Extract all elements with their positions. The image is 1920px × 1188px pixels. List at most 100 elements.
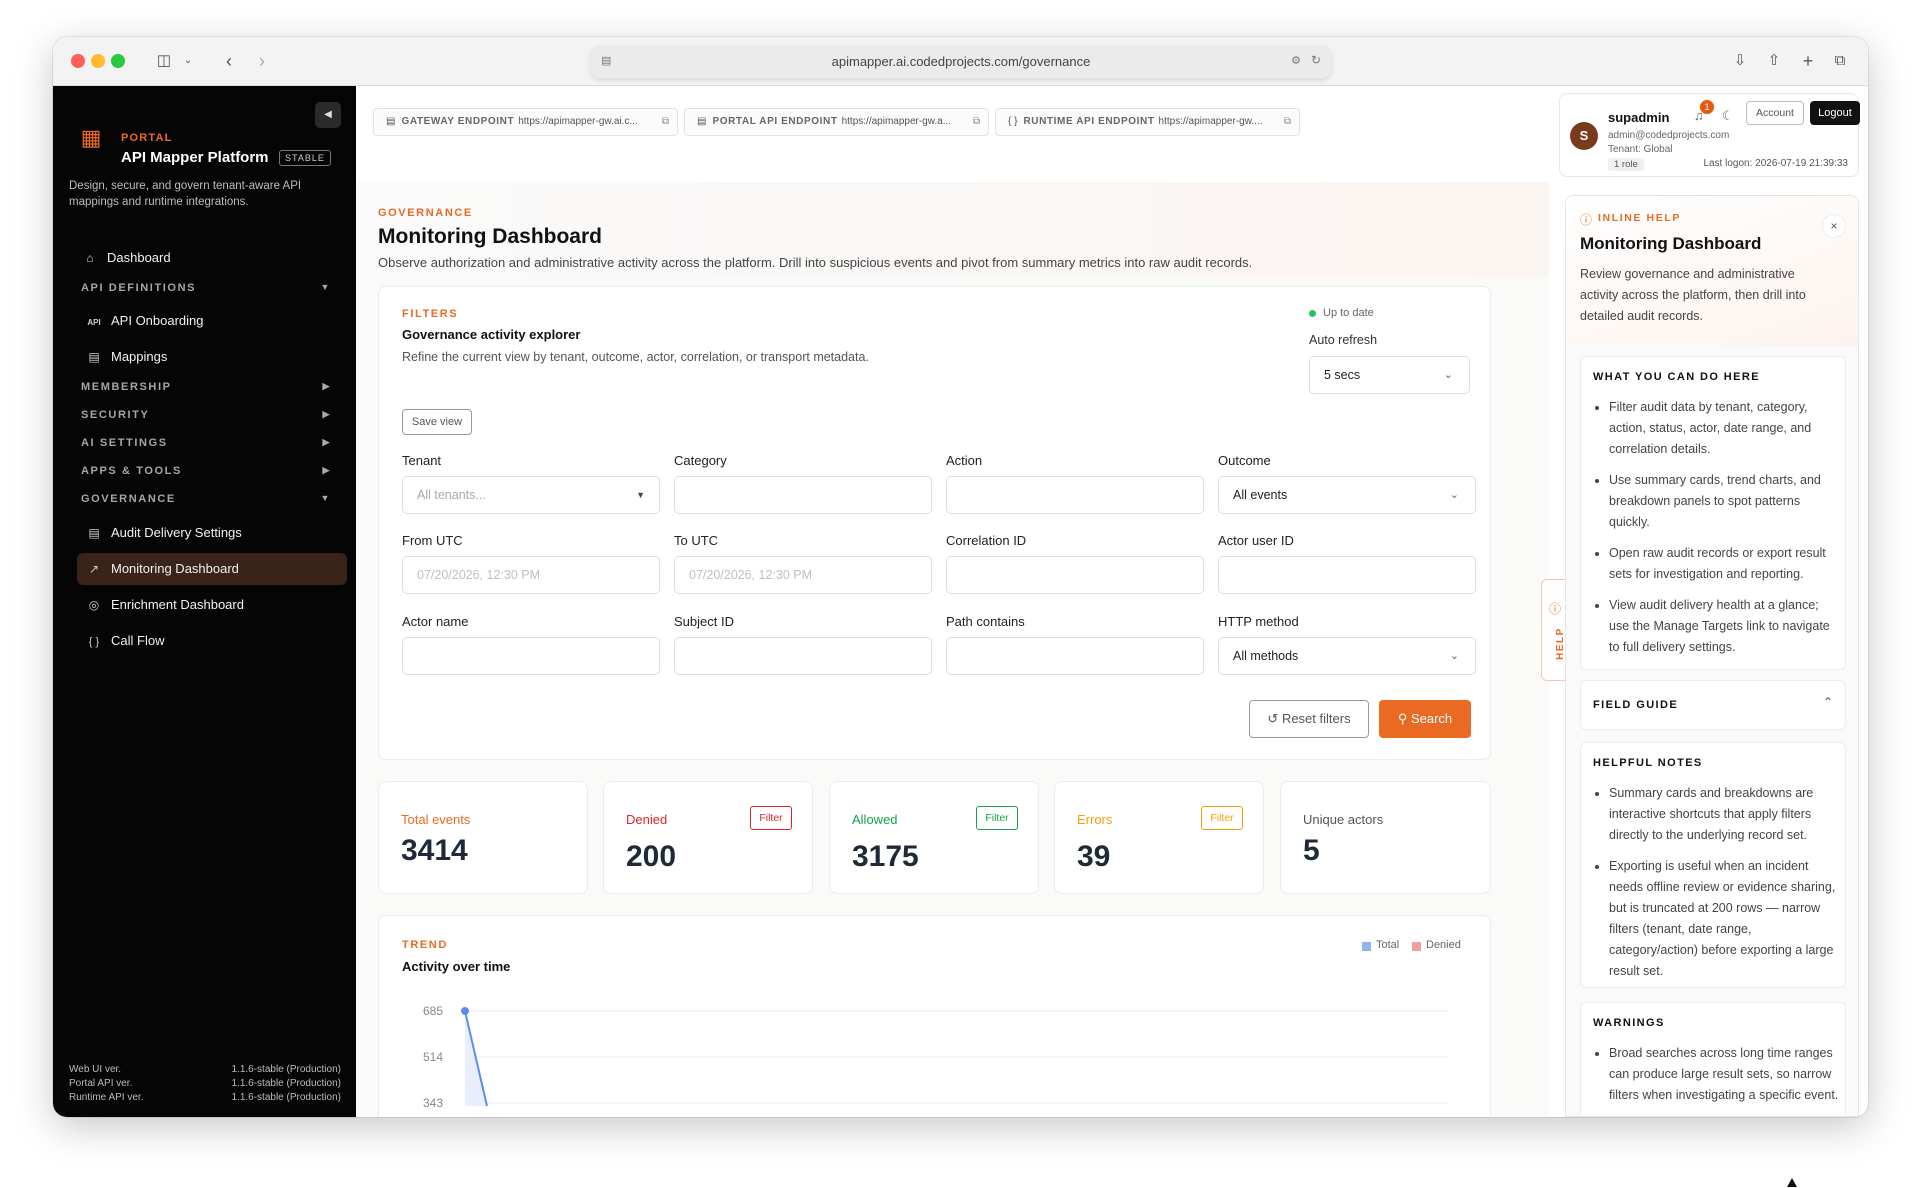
address-bar[interactable]: ▤ apimapper.ai.codedprojects.com/governa… — [591, 46, 1331, 78]
nav-section-security[interactable]: SECURITY ▶ — [81, 409, 331, 425]
copy-icon[interactable]: ⧉ — [1284, 109, 1291, 135]
page-eyebrow: GOVERNANCE — [378, 207, 473, 219]
nav-call-flow[interactable]: { } Call Flow — [77, 625, 347, 657]
chevron-down-icon: ▼ — [320, 282, 331, 292]
chevron-up-icon: ⌃ — [1822, 695, 1833, 709]
list-item: Filter audit data by tenant, category, a… — [1609, 397, 1839, 460]
filter-errors-button[interactable]: Filter — [1201, 806, 1243, 830]
help-section-field-guide[interactable]: FIELD GUIDE ⌃ — [1580, 680, 1846, 730]
logout-button[interactable]: Logout — [1810, 101, 1860, 125]
status-dot — [1309, 310, 1316, 317]
help-section-title: WARNINGS — [1593, 1017, 1665, 1029]
filters-description: Refine the current view by tenant, outco… — [402, 350, 869, 364]
close-window-button[interactable] — [71, 54, 85, 68]
filter-denied-button[interactable]: Filter — [750, 806, 792, 830]
to-utc-input[interactable]: 07/20/2026, 12:30 PM — [674, 556, 932, 594]
path-contains-input[interactable] — [946, 637, 1204, 675]
actor-user-id-input[interactable] — [1218, 556, 1476, 594]
http-method-select[interactable]: All methods ⌄ — [1218, 637, 1476, 675]
actor-name-input[interactable] — [402, 637, 660, 675]
help-circle-icon: ⓘ — [1580, 213, 1593, 227]
user-tenant: Tenant: Global — [1608, 144, 1673, 155]
list-item: Exporting is useful when an incident nee… — [1609, 856, 1839, 982]
nav-section-ai-settings[interactable]: AI SETTINGS ▶ — [81, 437, 331, 453]
reload-icon[interactable]: ↻ — [1311, 53, 1321, 67]
nav-section-api-definitions[interactable]: API DEFINITIONS ▼ — [81, 282, 331, 298]
moon-icon[interactable]: ☾ — [1722, 108, 1734, 124]
browser-chrome: ◫ ⌄ ‹ › ▤ apimapper.ai.codedprojects.com… — [53, 37, 1868, 86]
tab-overview-icon[interactable]: ⧉ — [1827, 49, 1853, 73]
correlation-id-label: Correlation ID — [946, 533, 1027, 548]
list-item: Use summary cards, trend charts, and bre… — [1609, 470, 1839, 533]
brand-description: Design, secure, and govern tenant-aware … — [69, 180, 302, 208]
user-card: S supadmin ♫ 1 ☾ Account Logout admin@co… — [1559, 93, 1860, 177]
maximize-window-button[interactable] — [111, 54, 125, 68]
save-view-button[interactable]: Save view — [402, 409, 472, 435]
filter-allowed-button[interactable]: Filter — [976, 806, 1018, 830]
runtime-api-endpoint[interactable]: { } RUNTIME API ENDPOINT https://apimapper… — [995, 108, 1300, 136]
nav-section-membership[interactable]: MEMBERSHIP ▶ — [81, 381, 331, 397]
from-utc-input[interactable]: 07/20/2026, 12:30 PM — [402, 556, 660, 594]
nav-section-governance[interactable]: GOVERNANCE ▼ — [81, 493, 331, 509]
category-input[interactable] — [674, 476, 932, 514]
braces-icon: { } — [1008, 116, 1018, 127]
reset-filters-button[interactable]: ↺ Reset filters — [1249, 700, 1369, 738]
stat-value: 39 — [1077, 840, 1111, 873]
stat-value: 200 — [626, 840, 677, 873]
collapse-sidebar-button[interactable]: ◀ — [315, 102, 341, 128]
nav-monitoring-dashboard[interactable]: ↗ Monitoring Dashboard — [77, 553, 347, 585]
version-web-ui: Web UI ver. 1.1.6-stable (Production) — [69, 1064, 341, 1075]
back-icon[interactable]: ‹ — [216, 49, 242, 73]
stat-card-total[interactable]: Total events 3414 — [378, 781, 588, 894]
nav-dashboard[interactable]: ⌂ Dashboard — [77, 242, 347, 274]
copy-icon[interactable]: ⧉ — [973, 109, 980, 135]
last-logon: Last logon: 2026-07-19 21:39:33 — [1703, 158, 1848, 169]
nav-api-onboarding[interactable]: API API Onboarding — [77, 305, 347, 337]
chevron-right-icon: ▶ — [322, 409, 331, 419]
new-tab-icon[interactable]: + — [1795, 49, 1821, 73]
stat-card-allowed[interactable]: Allowed Filter 3175 — [829, 781, 1039, 894]
outcome-select[interactable]: All events ⌄ — [1218, 476, 1476, 514]
portal-api-endpoint[interactable]: ▤ PORTAL API ENDPOINT https://apimapper-gw… — [684, 108, 989, 136]
stat-value: 5 — [1303, 834, 1320, 867]
stat-card-errors[interactable]: Errors Filter 39 — [1054, 781, 1264, 894]
subject-id-input[interactable] — [674, 637, 932, 675]
help-list: Filter audit data by tenant, category, a… — [1609, 397, 1839, 668]
avatar[interactable]: S — [1570, 122, 1598, 150]
gateway-endpoint[interactable]: ▤ GATEWAY ENDPOINT https://apimapper-gw.ai… — [373, 108, 678, 136]
chevron-right-icon: ▶ — [322, 437, 331, 447]
version-runtime-api: Runtime API ver. 1.1.6-stable (Production… — [69, 1092, 341, 1103]
caret-down-icon: ▼ — [636, 490, 645, 500]
nav-enrichment-dashboard[interactable]: ◎ Enrichment Dashboard — [77, 589, 347, 621]
outcome-label: Outcome — [1218, 453, 1271, 468]
stat-card-unique-actors[interactable]: Unique actors 5 — [1280, 781, 1491, 894]
server-icon: ▤ — [697, 116, 707, 127]
forward-icon[interactable]: › — [249, 49, 275, 73]
translate-icon[interactable]: ⚙ — [1291, 54, 1301, 67]
close-help-button[interactable]: × — [1822, 214, 1846, 238]
copy-icon[interactable]: ⧉ — [662, 109, 669, 135]
correlation-id-input[interactable] — [946, 556, 1204, 594]
nav-section-apps-tools[interactable]: APPS & TOOLS ▶ — [81, 465, 331, 481]
chevron-down-icon[interactable]: ⌄ — [175, 49, 201, 73]
nav-audit-delivery-settings[interactable]: ▤ Audit Delivery Settings — [77, 517, 347, 549]
tenant-select[interactable]: All tenants... ▼ — [402, 476, 660, 514]
download-icon[interactable]: ⇩ — [1727, 49, 1753, 73]
total-point[interactable] — [461, 1007, 469, 1015]
search-icon: ⚲ — [1397, 711, 1408, 726]
map-icon: ▤ — [88, 350, 100, 364]
minimize-window-button[interactable] — [91, 54, 105, 68]
share-icon[interactable]: ⇧ — [1761, 49, 1787, 73]
page-description: Observe authorization and administrative… — [378, 255, 1253, 270]
stat-label: Denied — [626, 812, 668, 827]
stat-label: Unique actors — [1303, 812, 1384, 827]
search-button[interactable]: ⚲ Search — [1379, 700, 1471, 738]
stat-card-denied[interactable]: Denied Filter 200 — [603, 781, 813, 894]
account-button[interactable]: Account — [1746, 101, 1804, 125]
action-input[interactable] — [946, 476, 1204, 514]
notification-badge: 1 — [1700, 100, 1714, 114]
to-utc-label: To UTC — [674, 533, 719, 548]
nav-mappings[interactable]: ▤ Mappings — [77, 341, 347, 373]
sidebar-toggle-icon[interactable]: ◫ — [151, 49, 177, 73]
auto-refresh-select[interactable]: 5 secs ⌄ — [1309, 356, 1470, 394]
